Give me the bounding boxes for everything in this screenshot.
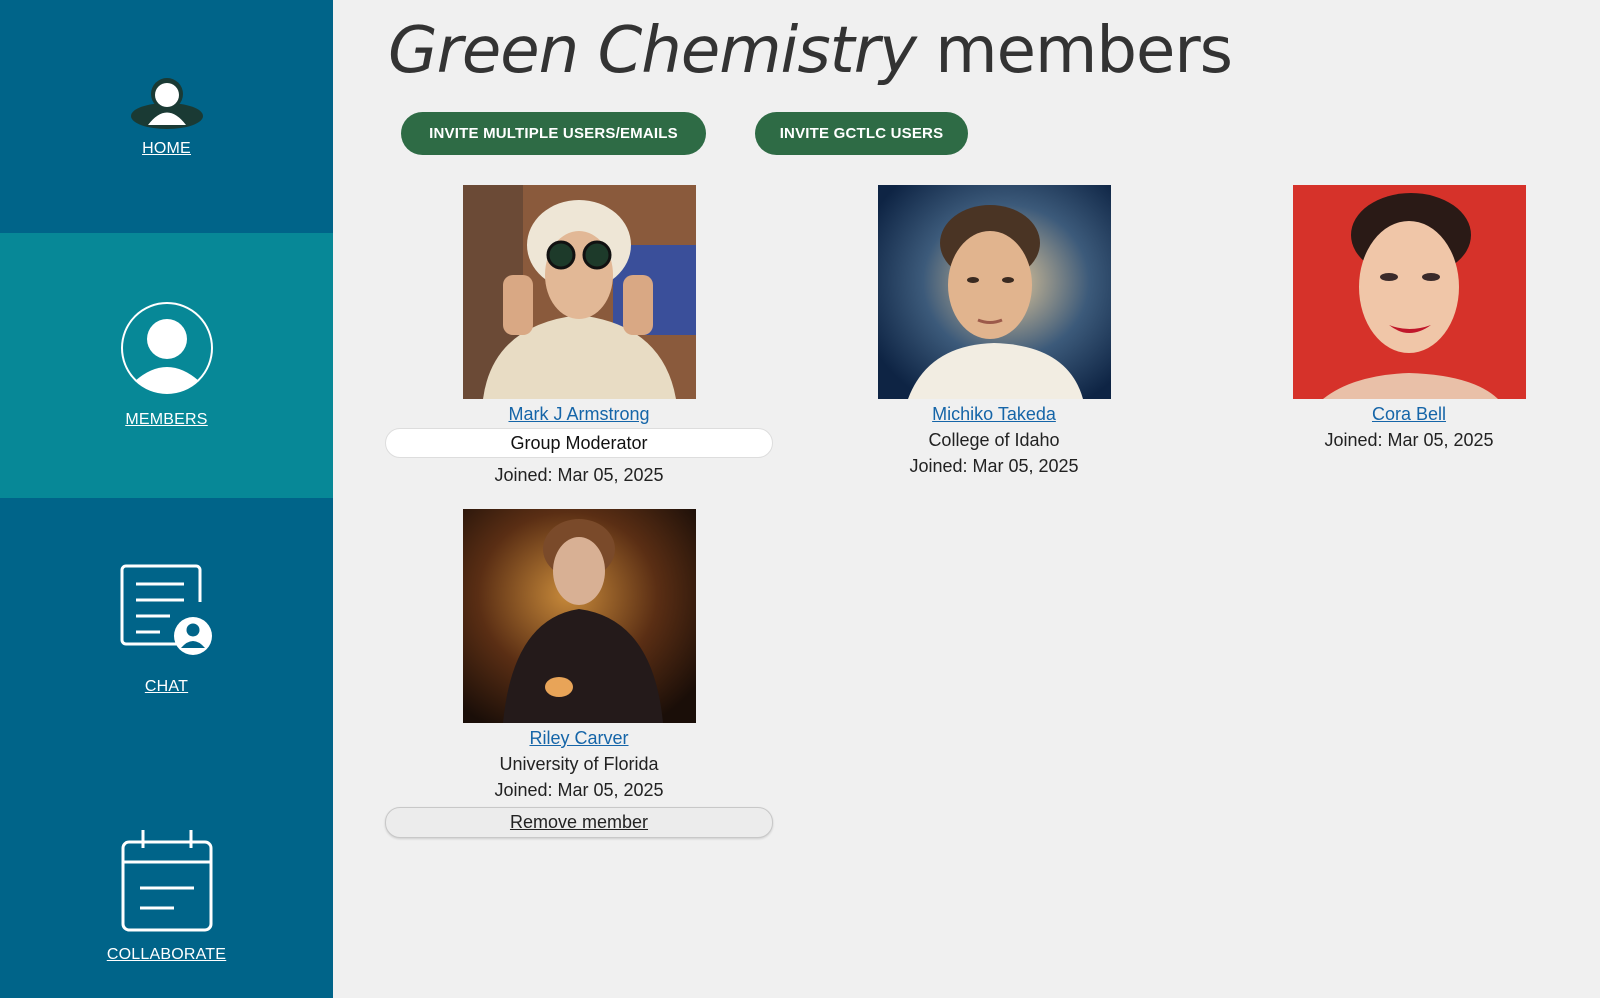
invite-multiple-button[interactable]: INVITE MULTIPLE USERS/EMAILS bbox=[401, 112, 706, 155]
main-content: Green Chemistry members INVITE MULTIPLE … bbox=[333, 0, 1600, 998]
member-photo-red-background bbox=[1292, 185, 1526, 399]
member-user-icon bbox=[120, 302, 213, 394]
page-title-suffix: members bbox=[915, 14, 1233, 88]
sidebar: HOME MEMBERS CHAT COLLABORATE bbox=[0, 0, 333, 998]
member-name-link[interactable]: Riley Carver bbox=[529, 727, 628, 749]
member-joined: Joined: Mar 05, 2025 bbox=[494, 780, 664, 800]
member-name-link[interactable]: Cora Bell bbox=[1372, 403, 1446, 425]
sidebar-item-collaborate[interactable]: COLLABORATE bbox=[0, 750, 333, 998]
member-joined: Joined: Mar 05, 2025 bbox=[1324, 430, 1494, 450]
sidebar-item-members[interactable]: MEMBERS bbox=[0, 233, 333, 498]
member-name-link[interactable]: Michiko Takeda bbox=[932, 403, 1056, 425]
member-photo-portrait bbox=[877, 185, 1111, 399]
page-title: Green Chemistry members bbox=[388, 14, 1233, 88]
member-joined: Joined: Mar 05, 2025 bbox=[909, 456, 1079, 476]
member-card: Cora Bell Joined: Mar 05, 2025 bbox=[1214, 185, 1600, 453]
member-affiliation: College of Idaho bbox=[928, 430, 1060, 450]
member-photo-dark-portrait bbox=[462, 509, 696, 723]
chat-document-icon bbox=[120, 564, 212, 655]
sidebar-item-home[interactable]: HOME bbox=[0, 0, 333, 233]
member-card: Mark J Armstrong Group Moderator Joined:… bbox=[384, 185, 774, 488]
member-joined: Joined: Mar 05, 2025 bbox=[494, 465, 664, 485]
sidebar-item-label: MEMBERS bbox=[125, 411, 208, 428]
member-card: Riley Carver University of Florida Joine… bbox=[384, 509, 774, 838]
remove-member-button[interactable]: Remove member bbox=[385, 807, 773, 838]
invite-gctlc-button[interactable]: INVITE GCTLC USERS bbox=[755, 112, 968, 155]
sidebar-item-label: HOME bbox=[142, 140, 191, 157]
sidebar-item-label: CHAT bbox=[144, 678, 189, 695]
calendar-icon bbox=[121, 830, 212, 932]
role-badge: Group Moderator bbox=[385, 428, 773, 458]
member-name-link[interactable]: Mark J Armstrong bbox=[508, 403, 649, 425]
group-name: Green Chemistry bbox=[388, 14, 917, 88]
member-card: Michiko Takeda College of Idaho Joined: … bbox=[799, 185, 1189, 479]
home-user-icon bbox=[130, 78, 203, 129]
member-photo-goggles bbox=[462, 185, 696, 399]
member-affiliation: University of Florida bbox=[499, 754, 659, 774]
sidebar-item-label: COLLABORATE bbox=[106, 946, 227, 963]
sidebar-item-chat[interactable]: CHAT bbox=[0, 498, 333, 750]
